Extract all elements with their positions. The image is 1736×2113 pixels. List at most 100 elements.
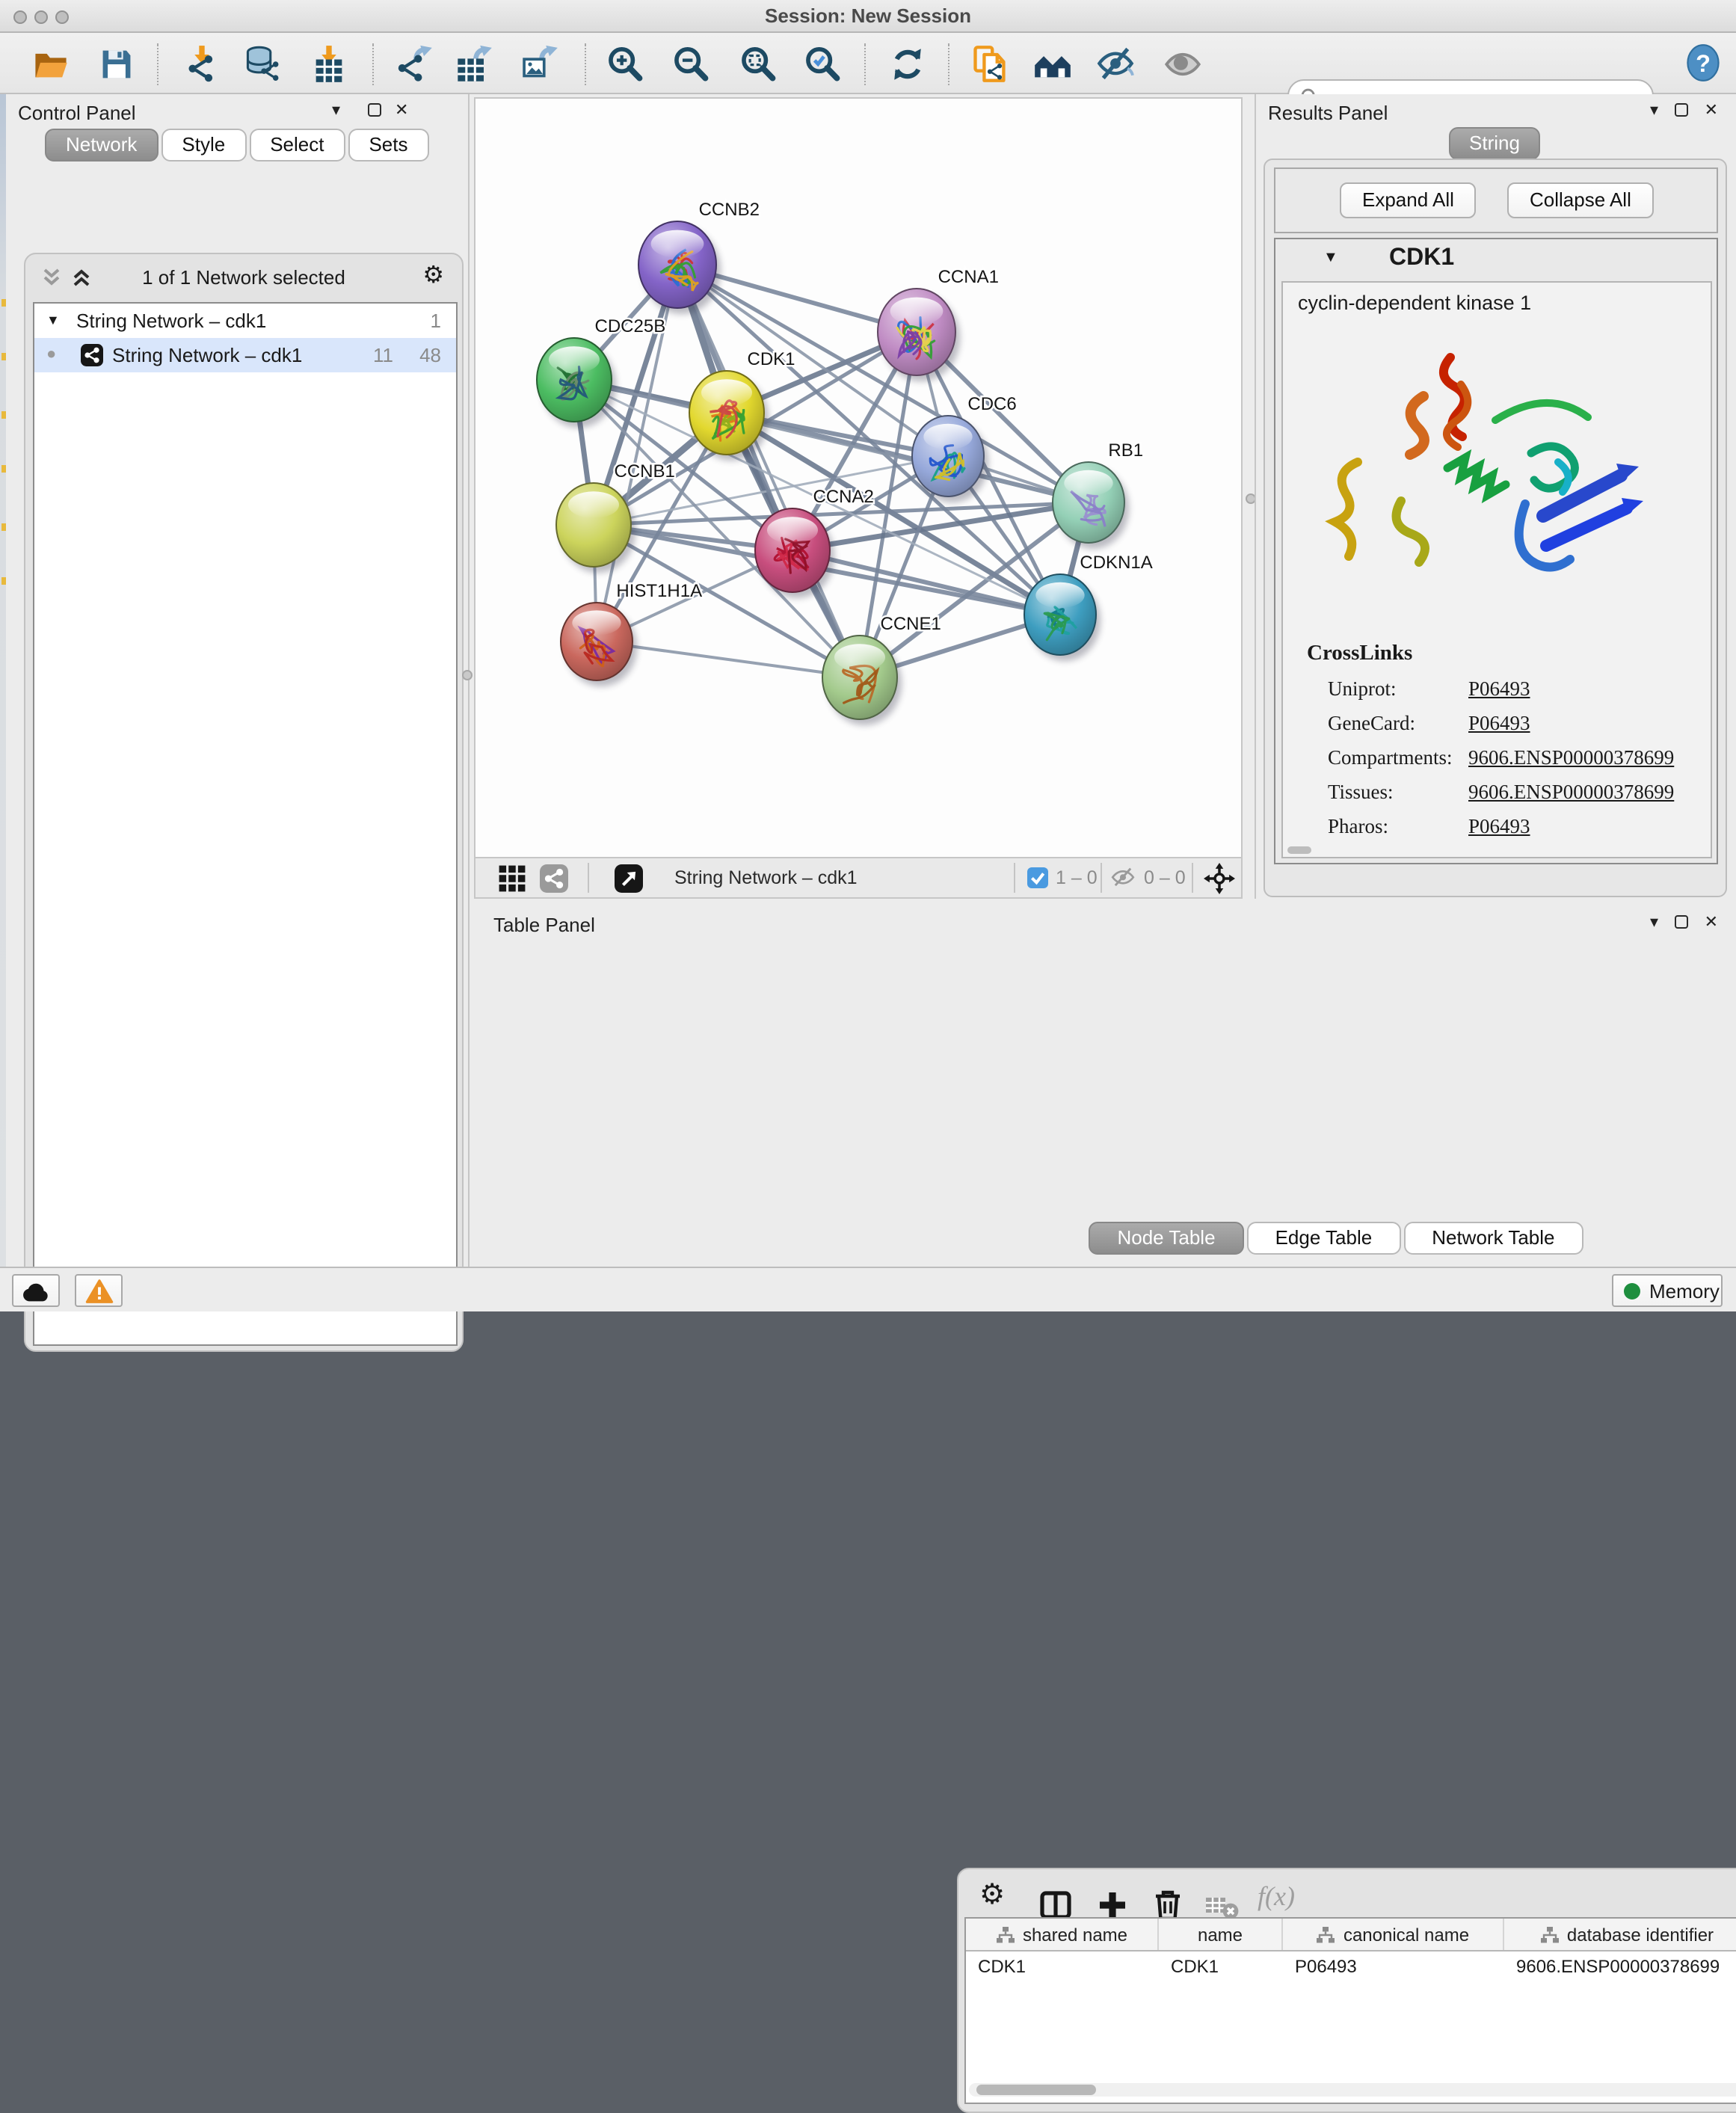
section-disclosure-icon[interactable]: ▼ xyxy=(1323,250,1338,266)
tab-select[interactable]: Select xyxy=(249,129,345,162)
table-horizontal-scrollbar[interactable] xyxy=(969,2083,1736,2097)
node-result-title: CDK1 xyxy=(1389,245,1454,272)
network-node-CCNA1[interactable]: CCNA1 xyxy=(878,267,999,381)
node-label-CCNA1: CCNA1 xyxy=(938,267,999,287)
copy-network-icon[interactable] xyxy=(970,45,1012,84)
tab-style[interactable]: Style xyxy=(161,129,246,162)
warnings-button[interactable] xyxy=(75,1274,123,1307)
node-label-RB1: RB1 xyxy=(1108,440,1143,461)
float-panel-icon[interactable]: ▾ xyxy=(332,100,340,120)
network-node-RB1[interactable]: RB1 xyxy=(1053,440,1143,549)
float-panel-icon[interactable]: ▾ xyxy=(1650,912,1658,932)
maximize-panel-icon[interactable] xyxy=(1675,103,1688,117)
column-header-canonical-name[interactable]: canonical name xyxy=(1283,1919,1504,1950)
grid-view-icon[interactable] xyxy=(498,864,526,893)
network-node-HIST1H1A[interactable]: HIST1H1A xyxy=(561,581,702,686)
crosslinks-title: CrossLinks xyxy=(1307,642,1412,667)
string-results-container: Expand All Collapse All ▼ CDK1 cyclin-de… xyxy=(1263,159,1727,897)
hide-selected-icon[interactable] xyxy=(1096,45,1138,84)
network-view-toolbar: String Network – cdk1 1 – 0 0 – 0 xyxy=(474,858,1243,899)
collection-disclosure-icon[interactable]: ▼ xyxy=(46,304,60,338)
export-table-icon[interactable] xyxy=(455,45,496,84)
zoom-fit-icon[interactable] xyxy=(739,45,781,84)
zoom-selected-icon[interactable] xyxy=(803,45,845,84)
maximize-panel-icon[interactable] xyxy=(1675,915,1688,929)
results-panel-tabs: String xyxy=(1256,127,1736,160)
node-label-CCNA2: CCNA2 xyxy=(813,487,874,507)
network-node-CCNB1[interactable]: CCNB1 xyxy=(556,461,675,573)
zoom-out-icon[interactable] xyxy=(671,45,713,84)
column-header-database-identifier[interactable]: database identifier xyxy=(1504,1919,1736,1950)
tab-string[interactable]: String xyxy=(1448,127,1541,160)
open-session-icon[interactable] xyxy=(31,45,73,84)
crosslink-link[interactable]: 9606.ENSP00000378699 xyxy=(1468,781,1674,805)
network-icon xyxy=(81,344,103,366)
tab-edge-table[interactable]: Edge Table xyxy=(1247,1222,1401,1255)
network-node-CCNB2[interactable]: CCNB2 xyxy=(638,200,760,314)
birds-eye-view-icon[interactable] xyxy=(615,864,643,893)
collapse-all-button[interactable]: Collapse All xyxy=(1507,182,1654,218)
cloud-button[interactable] xyxy=(12,1274,60,1307)
network-edge-CCNB2-CCNE1 xyxy=(677,265,860,677)
column-header-shared-name[interactable]: shared name xyxy=(966,1919,1159,1950)
table-options-gear-icon[interactable]: ⚙ xyxy=(979,1883,1018,1919)
tab-network-table[interactable]: Network Table xyxy=(1403,1222,1583,1255)
tab-network[interactable]: Network xyxy=(45,129,158,162)
expand-all-button[interactable]: Expand All xyxy=(1340,182,1477,218)
export-image-icon[interactable] xyxy=(520,45,562,84)
maximize-panel-icon[interactable] xyxy=(368,103,381,117)
export-network-icon[interactable] xyxy=(395,45,437,84)
network-label: String Network – cdk1 xyxy=(112,338,302,372)
results-panel-title: Results Panel xyxy=(1268,102,1388,124)
help-icon[interactable]: ? xyxy=(1684,43,1726,82)
node-label-CCNE1: CCNE1 xyxy=(881,614,941,634)
network-canvas[interactable]: CCNB2 CCNA1 CDC25B CDK1 CDC6 RB1 CCNB1 xyxy=(474,97,1243,858)
control-panel-title: Control Panel xyxy=(18,102,136,124)
save-session-icon[interactable] xyxy=(97,45,139,84)
table-cell[interactable]: 9606.ENSP00000378699 xyxy=(1504,1951,1736,1981)
network-row[interactable]: ● String Network – cdk1 11 48 xyxy=(34,338,456,372)
refresh-icon[interactable] xyxy=(888,45,930,84)
network-view-icon[interactable] xyxy=(540,864,568,893)
tab-sets[interactable]: Sets xyxy=(348,129,428,162)
collection-count: 1 xyxy=(431,304,441,338)
expand-collapse-box: Expand All Collapse All xyxy=(1274,167,1718,233)
first-neighbors-icon[interactable] xyxy=(1033,45,1075,84)
pan-move-icon[interactable] xyxy=(1204,863,1235,894)
table-cell[interactable]: CDK1 xyxy=(1159,1951,1283,1981)
close-panel-icon[interactable]: ✕ xyxy=(1705,100,1718,120)
close-panel-icon[interactable]: ✕ xyxy=(1705,912,1718,932)
gear-icon[interactable]: ⚙ xyxy=(422,263,444,287)
import-table-icon[interactable] xyxy=(310,45,351,84)
crosslink-link[interactable]: 9606.ENSP00000378699 xyxy=(1468,746,1674,770)
zoom-in-icon[interactable] xyxy=(606,45,647,84)
table-cell[interactable]: CDK1 xyxy=(966,1951,1159,1981)
toolbar-separator xyxy=(948,43,949,85)
node-label-CDK1: CDK1 xyxy=(748,349,795,369)
memory-button[interactable]: Memory xyxy=(1612,1274,1723,1307)
crosslink-label: Pharos: xyxy=(1328,815,1388,839)
close-panel-icon[interactable]: ✕ xyxy=(395,100,408,120)
splitter-handle[interactable] xyxy=(462,670,473,680)
import-database-icon[interactable] xyxy=(244,45,286,84)
tab-node-table[interactable]: Node Table xyxy=(1089,1222,1243,1255)
crosslink-label: GeneCard: xyxy=(1328,712,1415,736)
crosslink-link[interactable]: P06493 xyxy=(1468,815,1530,839)
node-description: cyclin-dependent kinase 1 xyxy=(1298,292,1531,314)
column-header-name[interactable]: name xyxy=(1159,1919,1283,1950)
crosslink-link[interactable]: P06493 xyxy=(1468,677,1530,701)
status-bar: Memory xyxy=(0,1267,1736,1311)
network-collection-row[interactable]: ▼ String Network – cdk1 1 xyxy=(34,304,456,338)
crosslink-link[interactable]: P06493 xyxy=(1468,712,1530,736)
graphics-details-icon[interactable] xyxy=(1163,45,1205,84)
import-network-icon[interactable] xyxy=(182,45,224,84)
horizontal-scrollbar[interactable] xyxy=(1287,846,1311,854)
table-cell[interactable]: P06493 xyxy=(1283,1951,1504,1981)
network-node-CDKN1A[interactable]: CDKN1A xyxy=(1024,553,1153,661)
selected-checkbox-icon[interactable] xyxy=(1027,867,1048,888)
protein-structure-image xyxy=(1319,325,1678,609)
scrollbar-thumb[interactable] xyxy=(976,2085,1096,2095)
float-panel-icon[interactable]: ▾ xyxy=(1650,100,1658,120)
toolbar-separator xyxy=(1101,863,1102,893)
cytoscape-window: Session: New Session ? Control Panel ▾ ✕… xyxy=(0,0,1736,1311)
